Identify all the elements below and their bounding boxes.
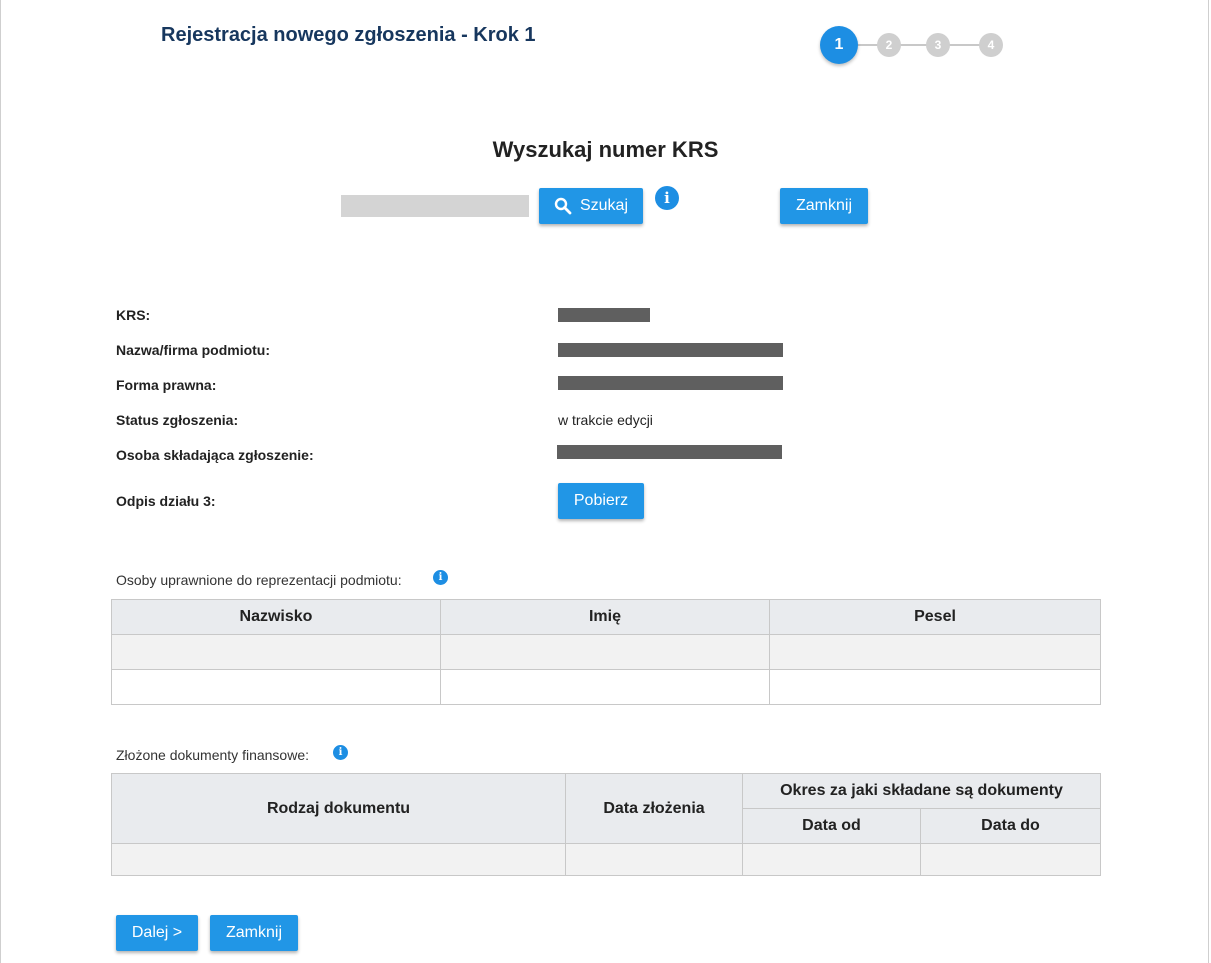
column-header-pesel: Pesel	[769, 599, 1101, 635]
step-2: 2	[877, 33, 901, 57]
page-title: Rejestracja nowego zgłoszenia - Krok 1	[161, 24, 536, 46]
download-extract-button[interactable]: Pobierz	[558, 483, 644, 519]
status-value: w trakcie edycji	[558, 412, 653, 428]
table-row	[111, 843, 1101, 876]
table-cell	[742, 843, 921, 876]
close-button-label: Zamknij	[225, 924, 282, 941]
table-cell	[111, 634, 441, 670]
column-header-period: Okres za jaki składane są dokumenty	[742, 773, 1101, 809]
table-cell	[111, 669, 441, 705]
table-cell	[769, 669, 1101, 705]
step-4: 4	[979, 33, 1003, 57]
representatives-info-icon[interactable]: i	[433, 570, 448, 585]
legal-form-label: Forma prawna:	[116, 377, 217, 393]
search-icon	[554, 197, 572, 215]
submitter-label: Osoba składająca zgłoszenie:	[116, 447, 314, 463]
representatives-section-label: Osoby uprawnione do reprezentacji podmio…	[116, 572, 402, 588]
column-header-document-type: Rodzaj dokumentu	[111, 773, 566, 844]
search-heading: Wyszukaj numer KRS	[492, 137, 719, 162]
column-header-first-name: Imię	[440, 599, 770, 635]
search-button[interactable]: Szukaj	[539, 188, 643, 224]
next-button[interactable]: Dalej >	[116, 915, 198, 951]
krs-value-redacted	[558, 308, 650, 322]
table-cell	[440, 669, 770, 705]
download-extract-button-label: Pobierz	[573, 492, 629, 509]
financial-documents-table: Rodzaj dokumentu Data złożenia Okres za …	[111, 773, 1101, 876]
table-header-row: Rodzaj dokumentu Data złożenia Okres za …	[111, 773, 1101, 844]
extract-label: Odpis działu 3:	[116, 493, 216, 509]
table-cell	[920, 843, 1101, 876]
table-cell	[769, 634, 1101, 670]
close-search-button-label: Zamknij	[795, 197, 852, 214]
table-cell	[565, 843, 743, 876]
step-3: 3	[926, 33, 950, 57]
table-row	[111, 634, 1101, 670]
next-button-label: Dalej >	[131, 924, 183, 941]
krs-label: KRS:	[116, 307, 151, 323]
representatives-table: Nazwisko Imię Pesel	[111, 599, 1101, 705]
table-cell	[111, 843, 566, 876]
documents-section-label: Złożone dokumenty finansowe:	[116, 747, 309, 763]
entity-name-label: Nazwa/firma podmiotu:	[116, 342, 271, 358]
table-header-row: Nazwisko Imię Pesel	[111, 599, 1101, 635]
column-header-date-to: Data do	[920, 808, 1101, 844]
table-cell	[440, 634, 770, 670]
close-search-button[interactable]: Zamknij	[780, 188, 868, 224]
entity-name-value-redacted	[558, 343, 783, 357]
status-label: Status zgłoszenia:	[116, 412, 239, 428]
column-header-surname: Nazwisko	[111, 599, 441, 635]
legal-form-value-redacted	[558, 376, 783, 390]
submitter-value-redacted	[557, 445, 782, 459]
close-button[interactable]: Zamknij	[210, 915, 298, 951]
step-1-active: 1	[820, 26, 858, 64]
column-header-date-from: Data od	[742, 808, 921, 844]
table-row	[111, 669, 1101, 705]
column-header-submission-date: Data złożenia	[565, 773, 743, 844]
documents-info-icon[interactable]: i	[333, 745, 348, 760]
krs-info-icon[interactable]: i	[655, 186, 679, 210]
step-indicator: 1 2 3 4	[820, 26, 1004, 64]
search-button-label: Szukaj	[579, 197, 629, 214]
krs-search-input[interactable]	[341, 195, 529, 217]
